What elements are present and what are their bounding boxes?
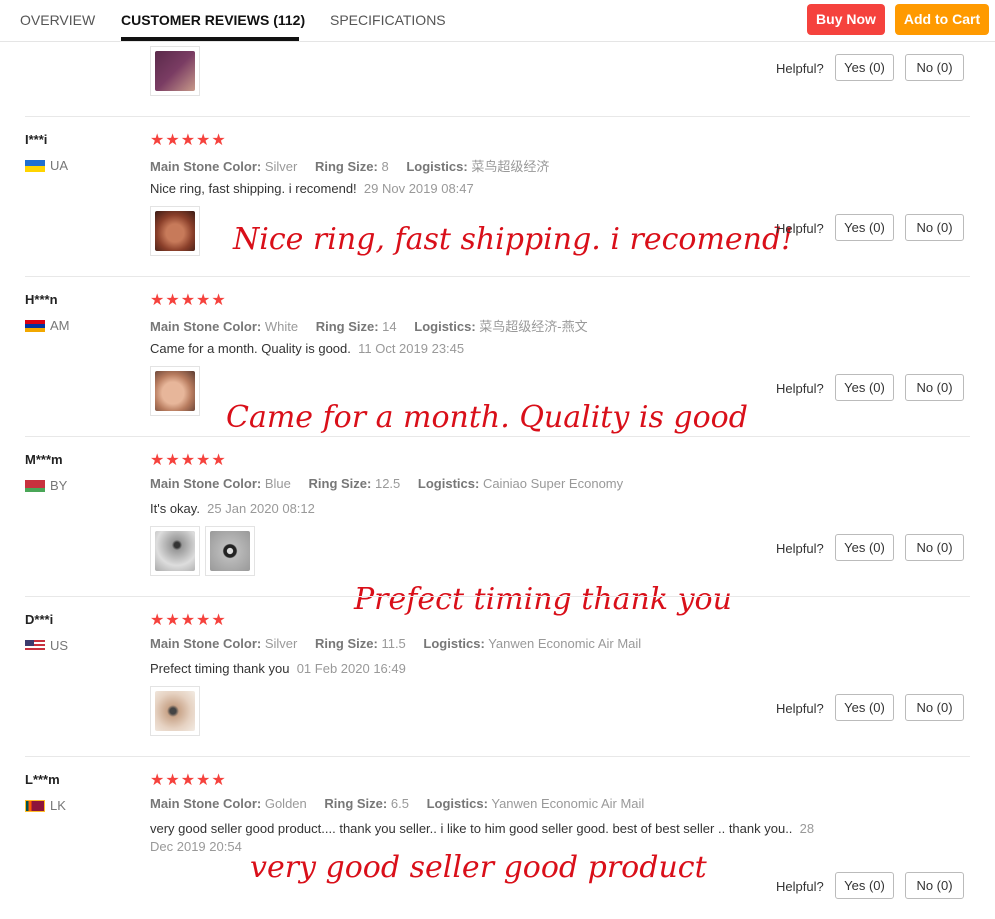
review-photo[interactable] xyxy=(205,526,255,576)
helpful-no-button[interactable]: No (0) xyxy=(905,374,964,401)
overlay-caption: Came for a month. Quality is good xyxy=(226,400,748,435)
helpful-no-button[interactable]: No (0) xyxy=(905,214,964,241)
review-attributes: Main Stone Color: Silver Ring Size: 11.5… xyxy=(150,636,642,651)
reviewer-name: L***m xyxy=(25,772,60,787)
reviewer-name: D***i xyxy=(25,612,54,627)
review-text: Nice ring, fast shipping. i recomend! 29… xyxy=(150,181,474,196)
helpful-label: Helpful? xyxy=(776,701,824,716)
helpful-yes-button[interactable]: Yes (0) xyxy=(835,534,894,561)
helpful-yes-button[interactable]: Yes (0) xyxy=(835,374,894,401)
review-attributes: Main Stone Color: Silver Ring Size: 8 Lo… xyxy=(150,159,550,174)
review-divider xyxy=(25,116,970,117)
helpful-yes-button[interactable]: Yes (0) xyxy=(835,54,894,81)
active-tab-indicator xyxy=(121,37,299,41)
tab-overview[interactable]: OVERVIEW xyxy=(20,12,95,28)
review-text: Came for a month. Quality is good. 11 Oc… xyxy=(150,341,465,356)
review-attributes: Main Stone Color: Blue Ring Size: 12.5 L… xyxy=(150,476,624,491)
reviewer-country: UA xyxy=(25,158,68,173)
review-photo[interactable] xyxy=(150,46,200,96)
overlay-caption: Prefect timing thank you xyxy=(354,582,732,617)
helpful-no-button[interactable]: No (0) xyxy=(905,872,964,899)
review-photo[interactable] xyxy=(150,206,200,256)
helpful-no-button[interactable]: No (0) xyxy=(905,534,964,561)
reviewer-country: BY xyxy=(25,478,67,493)
rating-stars: ★★★★★ xyxy=(150,772,227,789)
rating-stars: ★★★★★ xyxy=(150,452,227,469)
review-attributes: Main Stone Color: White Ring Size: 14 Lo… xyxy=(150,319,588,334)
helpful-label: Helpful? xyxy=(776,381,824,396)
flag-by-icon xyxy=(25,479,45,492)
rating-stars: ★★★★★ xyxy=(150,612,227,629)
helpful-label: Helpful? xyxy=(776,541,824,556)
helpful-no-button[interactable]: No (0) xyxy=(905,54,964,81)
review-divider xyxy=(25,436,970,437)
tab-customer-reviews[interactable]: CUSTOMER REVIEWS (112) xyxy=(121,12,305,28)
review-text: It's okay. 25 Jan 2020 08:12 xyxy=(150,501,315,516)
reviewer-name: H***n xyxy=(25,292,58,307)
buy-now-button[interactable]: Buy Now xyxy=(807,4,885,35)
review-divider xyxy=(25,596,970,597)
helpful-label: Helpful? xyxy=(776,61,824,76)
add-to-cart-button[interactable]: Add to Cart xyxy=(895,4,989,35)
flag-us-icon xyxy=(25,639,45,652)
helpful-label: Helpful? xyxy=(776,221,824,236)
review-attributes: Main Stone Color: Golden Ring Size: 6.5 … xyxy=(150,796,645,811)
rating-stars: ★★★★★ xyxy=(150,292,227,309)
tab-specifications[interactable]: SPECIFICATIONS xyxy=(330,12,446,28)
reviewer-country: LK xyxy=(25,798,66,813)
reviewer-name: I***i xyxy=(25,132,48,147)
top-tab-bar: OVERVIEW CUSTOMER REVIEWS (112) SPECIFIC… xyxy=(0,0,995,42)
review-divider xyxy=(25,756,970,757)
overlay-caption: Nice ring, fast shipping. i recomend! xyxy=(233,222,794,257)
flag-ua-icon xyxy=(25,159,45,172)
helpful-yes-button[interactable]: Yes (0) xyxy=(835,872,894,899)
helpful-yes-button[interactable]: Yes (0) xyxy=(835,694,894,721)
review-photo[interactable] xyxy=(150,686,200,736)
review-text: Prefect timing thank you 01 Feb 2020 16:… xyxy=(150,661,406,676)
helpful-label: Helpful? xyxy=(776,879,824,894)
overlay-caption: very good seller good product xyxy=(250,850,707,885)
flag-lk-icon xyxy=(25,799,45,812)
reviewer-country: AM xyxy=(25,318,70,333)
reviewer-country: US xyxy=(25,638,68,653)
helpful-no-button[interactable]: No (0) xyxy=(905,694,964,721)
flag-am-icon xyxy=(25,319,45,332)
reviewer-name: M***m xyxy=(25,452,63,467)
review-photo[interactable] xyxy=(150,526,200,576)
helpful-yes-button[interactable]: Yes (0) xyxy=(835,214,894,241)
review-divider xyxy=(25,276,970,277)
rating-stars: ★★★★★ xyxy=(150,132,227,149)
review-photo[interactable] xyxy=(150,366,200,416)
